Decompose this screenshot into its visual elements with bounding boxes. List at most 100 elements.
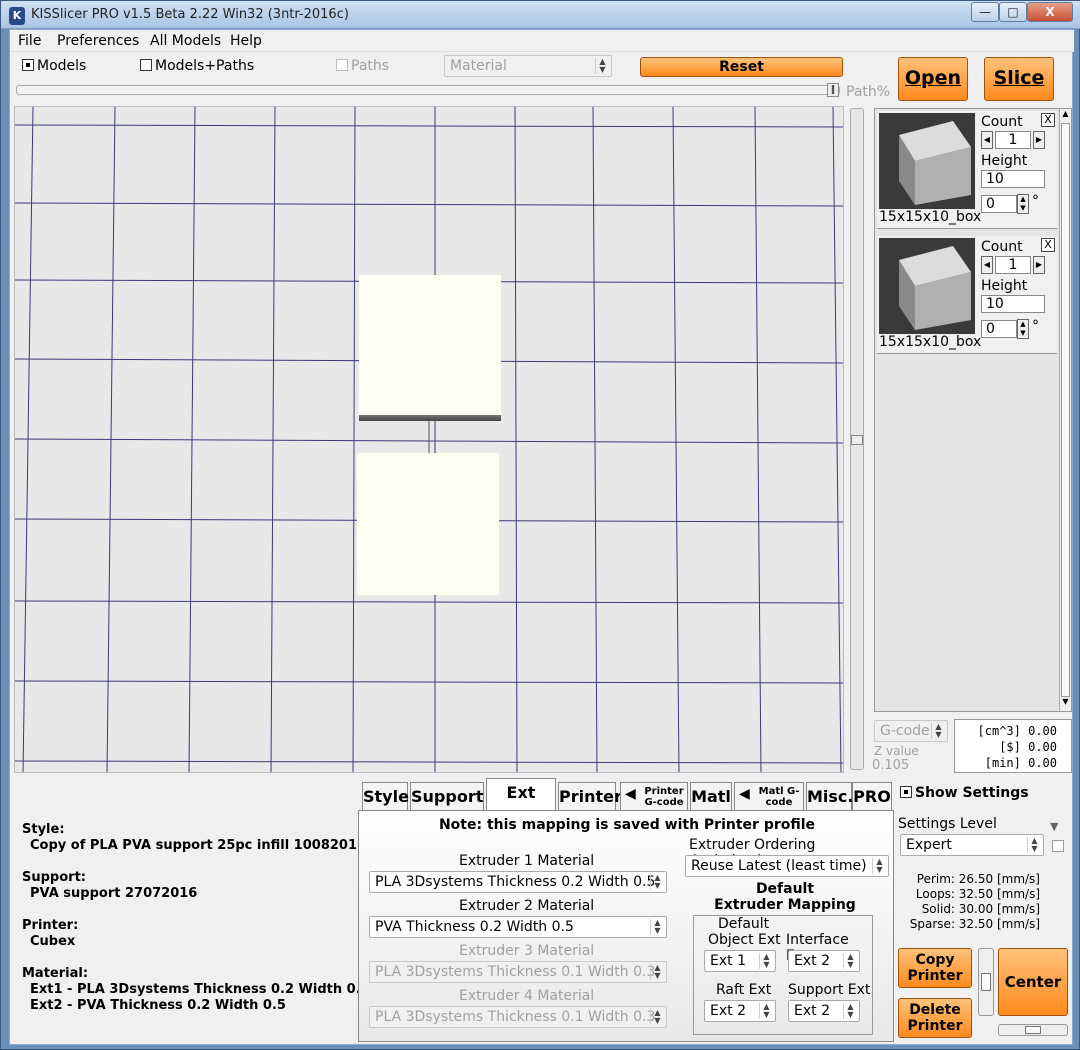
paths-checkbox[interactable]: Paths (336, 58, 389, 74)
ordering-select[interactable]: Reuse Latest (least time) ▲ ▼ (685, 855, 889, 877)
support-summary-value: PVA support 27072016 (30, 886, 198, 901)
speed-summary: Perim: 26.50 [mm/s] Loops: 32.50 [mm/s] … (900, 872, 1040, 932)
path-slider[interactable]: ‖ (16, 83, 840, 97)
menu-all-models[interactable]: All Models (150, 33, 221, 49)
model-card[interactable]: 15x15x10_box Count X ◀ 1 ▶ Height 10 0 ▲… (877, 111, 1057, 229)
rotation-field[interactable]: 0 (981, 195, 1017, 213)
sparse-speed: Sparse: 32.50 [mm/s] (909, 917, 1040, 931)
printer-summary-value: Cubex (30, 934, 76, 949)
model-box-2[interactable] (357, 453, 499, 595)
tab-matl[interactable]: Matl (690, 782, 732, 810)
raft-ext-select[interactable]: Ext 2 ▲ ▼ (704, 1000, 776, 1022)
extruder-1-label: Extruder 1 Material (459, 853, 595, 869)
count-stepper[interactable]: ◀ 1 ▶ (981, 131, 1045, 149)
spin-arrows-icon: ▲ ▼ (759, 1003, 773, 1019)
checkbox-icon (336, 59, 348, 71)
model-thumbnail (879, 113, 975, 209)
menu-preferences[interactable]: Preferences (57, 33, 139, 49)
rotation-field[interactable]: 0 (981, 320, 1017, 338)
height-field[interactable]: 10 (981, 295, 1045, 313)
degree-symbol: ° (1032, 193, 1039, 209)
support-ext-value: Ext 2 (794, 1003, 830, 1019)
scroll-thumb[interactable] (1061, 123, 1070, 697)
z-slider-thumb[interactable] (851, 435, 863, 445)
horizontal-mini-slider[interactable] (998, 1024, 1068, 1036)
path-slider-thumb[interactable]: ‖ (827, 83, 839, 97)
count-value[interactable]: 1 (995, 256, 1031, 274)
spin-arrows-icon: ▲ ▼ (759, 953, 773, 969)
mini-slider-thumb[interactable] (981, 973, 991, 991)
tab-pro[interactable]: PRO (852, 782, 892, 810)
interface-ext-value: Ext 2 (794, 953, 830, 969)
reset-button[interactable]: Reset (640, 57, 843, 77)
rotation-spin-icon[interactable]: ▲ ▼ (1017, 319, 1029, 339)
show-settings-checkbox[interactable]: Show Settings (900, 785, 1029, 801)
mapping-note: Note: this mapping is saved with Printer… (438, 817, 816, 833)
remove-model-button[interactable]: X (1041, 238, 1055, 252)
tab-printer[interactable]: Printer (558, 782, 622, 810)
models-radio[interactable]: Models (22, 58, 86, 74)
build-plate-viewport[interactable] (14, 106, 844, 773)
title-bar[interactable]: K KISSlicer PRO v1.5 Beta 2.22 Win32 (3n… (1, 1, 1080, 29)
height-label: Height (981, 153, 1028, 169)
extruder-1-select[interactable]: PLA 3Dsystems Thickness 0.2 Width 0.5 ▲ ▼ (369, 871, 667, 893)
maximize-button[interactable]: □ (999, 2, 1027, 22)
output-mode-select[interactable]: G-code ▲ ▼ (874, 720, 948, 742)
settings-level-value: Expert (906, 837, 952, 853)
count-label: Count (981, 239, 1023, 255)
spin-arrows-icon: ▲ ▼ (650, 919, 664, 935)
center-button[interactable]: Center (998, 948, 1068, 1016)
decrement-icon[interactable]: ◀ (981, 131, 993, 149)
count-stepper[interactable]: ◀ 1 ▶ (981, 256, 1045, 274)
material-ext2-summary: Ext2 - PVA Thickness 0.2 Width 0.5 (30, 998, 286, 1013)
default-mapping-title-2: Extruder Mapping (714, 897, 856, 913)
vertical-mini-slider[interactable] (978, 948, 994, 1016)
minimize-button[interactable]: — (971, 2, 999, 22)
material-select-value: Material (450, 58, 507, 74)
collapse-arrow-icon[interactable]: ▼ (1050, 820, 1058, 833)
open-button[interactable]: Open (898, 57, 968, 101)
models-paths-checkbox[interactable]: Models+Paths (140, 58, 254, 74)
loops-speed: Loops: 32.50 [mm/s] (915, 887, 1040, 901)
slice-button[interactable]: Slice (984, 57, 1054, 101)
z-slider[interactable] (850, 108, 864, 770)
close-button[interactable]: X (1027, 2, 1073, 22)
object-ext-select[interactable]: Ext 1 ▲ ▼ (704, 950, 776, 972)
interface-ext-select[interactable]: Ext 2 ▲ ▼ (788, 950, 860, 972)
tab-style[interactable]: Style (362, 782, 409, 810)
model-list-scrollbar[interactable]: ▲ ▼ (1059, 109, 1071, 711)
count-value[interactable]: 1 (995, 131, 1031, 149)
rotation-spin-icon[interactable]: ▲ ▼ (1017, 194, 1029, 214)
tab-matl-gcode[interactable]: ◀ Matl G-code (734, 782, 804, 810)
mini-slider-thumb[interactable] (1025, 1026, 1041, 1034)
tab-printer-gcode[interactable]: ◀ Printer G-code (620, 782, 688, 810)
tab-support[interactable]: Support (410, 782, 484, 810)
tab-misc[interactable]: Misc. (806, 782, 854, 810)
spin-arrows-icon: ▲ ▼ (650, 1009, 664, 1025)
increment-icon[interactable]: ▶ (1033, 131, 1045, 149)
models-radio-label: Models (37, 58, 87, 74)
delete-printer-button[interactable]: Delete Printer (898, 998, 972, 1038)
triangle-left-icon: ◀ (625, 786, 636, 802)
tab-ext-map[interactable]: Ext Map (486, 778, 556, 830)
increment-icon[interactable]: ▶ (1033, 256, 1045, 274)
material-select[interactable]: Material ▲ ▼ (444, 55, 612, 77)
extruder-2-select[interactable]: PVA Thickness 0.2 Width 0.5 ▲ ▼ (369, 916, 667, 938)
extruder-4-select[interactable]: PLA 3Dsystems Thickness 0.1 Width 0.3 ▲ ▼ (369, 1006, 667, 1028)
remove-model-button[interactable]: X (1041, 113, 1055, 127)
support-ext-select[interactable]: Ext 2 ▲ ▼ (788, 1000, 860, 1022)
extruder-3-value: PLA 3Dsystems Thickness 0.1 Width 0.3 (375, 964, 656, 980)
settings-level-label: Settings Level (898, 816, 997, 832)
scroll-down-icon[interactable]: ▼ (1060, 697, 1071, 709)
model-card[interactable]: 15x15x10_box Count X ◀ 1 ▶ Height 10 0 ▲… (877, 236, 1057, 354)
menu-file[interactable]: File (18, 33, 41, 49)
decrement-icon[interactable]: ◀ (981, 256, 993, 274)
model-box-1[interactable] (359, 275, 501, 417)
scroll-up-icon[interactable]: ▲ (1060, 109, 1071, 121)
copy-printer-button[interactable]: Copy Printer (898, 948, 972, 988)
settings-level-select[interactable]: Expert ▲ ▼ (900, 834, 1044, 856)
menu-help[interactable]: Help (230, 33, 262, 49)
settings-extra-checkbox[interactable] (1052, 840, 1064, 852)
extruder-3-select[interactable]: PLA 3Dsystems Thickness 0.1 Width 0.3 ▲ ▼ (369, 961, 667, 983)
height-field[interactable]: 10 (981, 170, 1045, 188)
